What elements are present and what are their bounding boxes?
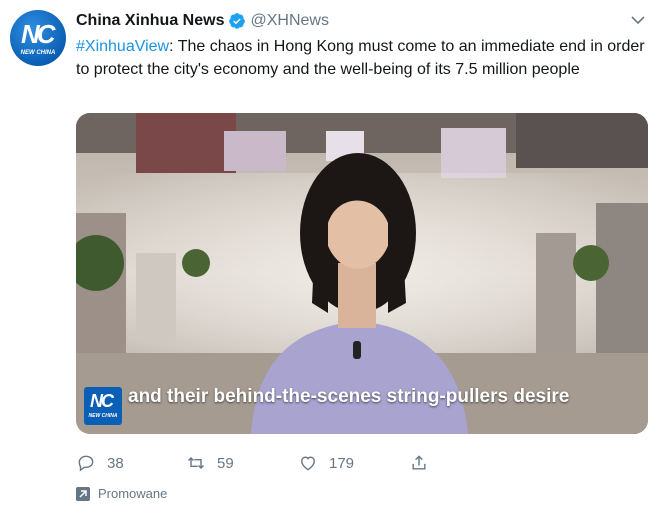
tweet-header: China Xinhua News @XHNews: [76, 11, 329, 31]
tweet-text: #XinhuaView: The chaos in Hong Kong must…: [76, 35, 651, 81]
promoted-text: Promowane: [98, 486, 168, 501]
video-subtitle: and their behind-the-scenes string-pulle…: [128, 386, 570, 407]
share-button[interactable]: [409, 451, 440, 475]
video-player[interactable]: NC NEW CHINA and their behind-the-scenes…: [76, 113, 648, 434]
chevron-down-icon[interactable]: [630, 12, 646, 28]
tweet-actions: 38 59 179: [76, 451, 496, 475]
verified-icon: [229, 13, 246, 29]
reply-button[interactable]: 38: [76, 451, 124, 475]
share-icon: [412, 455, 426, 470]
hashtag-link[interactable]: #XinhuaView: [76, 38, 169, 55]
retweet-button[interactable]: 59: [186, 451, 234, 475]
retweet-count: 59: [217, 454, 234, 472]
avatar[interactable]: NC NEW CHINA: [10, 10, 66, 66]
like-count: 179: [329, 454, 355, 472]
reply-icon: [78, 455, 94, 472]
like-button[interactable]: 179: [298, 451, 354, 475]
reply-count: 38: [107, 454, 124, 472]
watermark-logo: NC NEW CHINA: [84, 387, 122, 425]
watermark-logo-sub: NEW CHINA: [88, 413, 118, 419]
promoted-label[interactable]: Promowane: [76, 486, 167, 501]
promoted-icon: [76, 486, 90, 501]
watermark-logo-mark: NC: [90, 391, 114, 411]
author-handle[interactable]: @XHNews: [250, 12, 328, 30]
like-icon: [301, 456, 315, 471]
avatar-logo-mark: NC: [21, 19, 56, 49]
avatar-logo-sub: NEW CHINA: [20, 50, 56, 56]
author-name[interactable]: China Xinhua News: [76, 12, 224, 30]
retweet-icon: [187, 456, 205, 470]
